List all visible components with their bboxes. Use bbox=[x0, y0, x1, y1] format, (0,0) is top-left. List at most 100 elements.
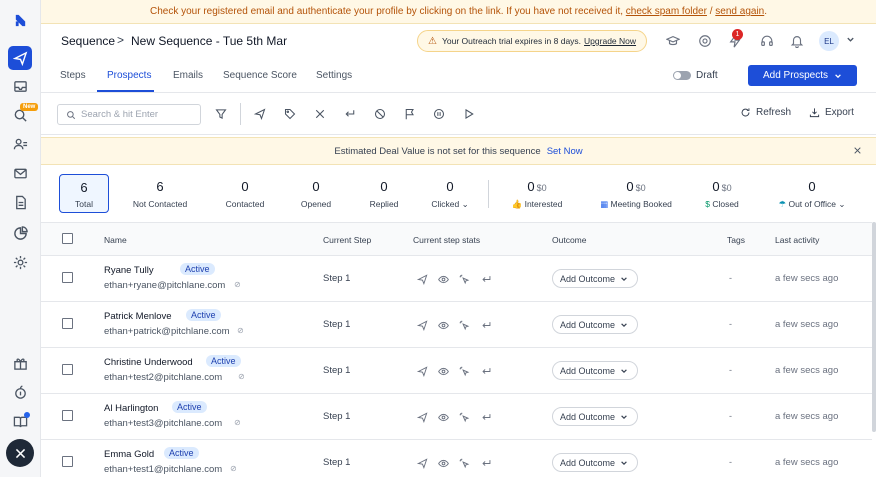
header-current-step[interactable]: Current Step bbox=[323, 235, 371, 245]
tag-icon[interactable] bbox=[283, 107, 297, 121]
tab-prospects[interactable]: Prospects bbox=[107, 70, 151, 81]
sent-icon bbox=[416, 273, 428, 285]
table-row[interactable]: Christine Underwood Active ethan+test2@pit… bbox=[41, 348, 872, 394]
stat-meeting-booked-amount: $0 bbox=[635, 183, 646, 193]
graduation-cap-icon[interactable] bbox=[665, 33, 681, 49]
header-name[interactable]: Name bbox=[104, 235, 127, 245]
avatar[interactable]: EL bbox=[819, 31, 839, 51]
play-icon[interactable] bbox=[462, 107, 476, 121]
sidebar-gift-icon[interactable] bbox=[8, 351, 32, 375]
row-checkbox[interactable] bbox=[62, 318, 73, 329]
set-now-link[interactable]: Set Now bbox=[547, 146, 583, 157]
sidebar-sequences-icon[interactable] bbox=[8, 46, 32, 70]
block-icon[interactable] bbox=[373, 107, 387, 121]
stat-out-of-office[interactable]: 0 ☂ Out of Office ⌄ bbox=[771, 174, 853, 213]
table-row[interactable]: Emma Gold Active ethan+test1@pitchlane.com… bbox=[41, 440, 872, 477]
headset-icon[interactable] bbox=[759, 33, 775, 49]
sidebar-email-icon[interactable] bbox=[8, 161, 32, 185]
search-input[interactable] bbox=[81, 109, 191, 120]
last-activity: a few secs ago bbox=[775, 319, 839, 330]
sidebar-prospects-icon[interactable] bbox=[8, 132, 32, 156]
check-spam-link[interactable]: check spam folder bbox=[626, 6, 707, 17]
refresh-button[interactable]: Refresh bbox=[740, 107, 791, 118]
deal-value-banner: Estimated Deal Value is not set for this… bbox=[41, 137, 876, 165]
table-row[interactable]: Al Harlington Active ethan+test3@pitchlane… bbox=[41, 394, 872, 440]
row-checkbox[interactable] bbox=[62, 456, 73, 467]
sidebar-support-icon[interactable] bbox=[8, 380, 32, 404]
stat-total[interactable]: 6 Total bbox=[59, 174, 109, 213]
add-outcome-dropdown[interactable]: Add Outcome bbox=[552, 453, 638, 472]
tab-steps[interactable]: Steps bbox=[60, 70, 86, 81]
stat-clicked-text: Clicked bbox=[431, 199, 460, 209]
chevron-down-icon bbox=[621, 460, 627, 465]
stat-opened-value: 0 bbox=[312, 179, 320, 194]
sidebar-analytics-icon[interactable] bbox=[8, 221, 32, 245]
table-scrollbar[interactable] bbox=[872, 222, 876, 432]
table-row[interactable]: Patrick Menlove Active ethan+patrick@pitch… bbox=[41, 302, 872, 348]
chevron-down-icon[interactable] bbox=[846, 35, 855, 46]
stat-interested[interactable]: 0 $0 👍 Interested bbox=[505, 174, 569, 213]
sidebar-settings-icon[interactable] bbox=[8, 250, 32, 274]
stat-closed[interactable]: 0 $0 $ Closed bbox=[697, 174, 747, 213]
export-button[interactable]: Export bbox=[809, 107, 854, 118]
add-outcome-dropdown[interactable]: Add Outcome bbox=[552, 407, 638, 426]
sidebar-templates-icon[interactable] bbox=[8, 190, 32, 214]
row-checkbox[interactable] bbox=[62, 364, 73, 375]
add-prospects-button[interactable]: Add Prospects bbox=[748, 65, 857, 86]
stat-replied[interactable]: 0 Replied bbox=[359, 174, 409, 213]
page-header: Sequence > New Sequence - Tue 5th Mar ⚠ … bbox=[41, 24, 876, 59]
last-activity: a few secs ago bbox=[775, 273, 839, 284]
current-step: Step 1 bbox=[323, 273, 351, 284]
chevron-down-icon[interactable]: ⌄ bbox=[838, 199, 845, 209]
prospect-name[interactable]: Emma Gold bbox=[104, 449, 154, 460]
remove-icon[interactable] bbox=[313, 107, 327, 121]
draft-toggle[interactable] bbox=[673, 71, 691, 80]
add-outcome-dropdown[interactable]: Add Outcome bbox=[552, 269, 638, 288]
prospect-email: ethan+test2@pitchlane.com bbox=[104, 372, 223, 383]
stat-clicked[interactable]: 0 Clicked ⌄ bbox=[425, 174, 475, 213]
close-icon[interactable] bbox=[6, 439, 34, 467]
header-last-activity[interactable]: Last activity bbox=[775, 235, 819, 245]
tags-cell: - bbox=[729, 457, 732, 467]
stat-opened[interactable]: 0 Opened bbox=[291, 174, 341, 213]
send-again-link[interactable]: send again bbox=[715, 6, 764, 17]
stat-meeting-booked[interactable]: 0 $0 ▦ Meeting Booked bbox=[595, 174, 677, 213]
prospect-name[interactable]: Patrick Menlove bbox=[104, 311, 172, 322]
app-logo-icon[interactable] bbox=[8, 8, 32, 32]
stat-not-contacted[interactable]: 6 Not Contacted bbox=[129, 174, 191, 213]
prospect-name[interactable]: Christine Underwood bbox=[104, 357, 193, 368]
opened-icon bbox=[437, 457, 449, 469]
status-badge: Active bbox=[164, 447, 199, 459]
breadcrumb-root[interactable]: Sequence bbox=[61, 34, 115, 48]
select-all-checkbox[interactable] bbox=[62, 233, 73, 244]
add-outcome-dropdown[interactable]: Add Outcome bbox=[552, 361, 638, 380]
table-row[interactable]: Ryane Tully Active ethan+ryane@pitchlane.c… bbox=[41, 256, 872, 302]
tab-sequence-score[interactable]: Sequence Score bbox=[223, 70, 297, 81]
prospect-name[interactable]: Ryane Tully bbox=[104, 265, 154, 276]
tab-emails[interactable]: Emails bbox=[173, 70, 203, 81]
pause-icon[interactable] bbox=[432, 107, 446, 121]
last-activity: a few secs ago bbox=[775, 365, 839, 376]
add-outcome-label: Add Outcome bbox=[560, 365, 616, 376]
sidebar-inbox-icon[interactable] bbox=[8, 74, 32, 98]
prospect-toolbar: Refresh Export bbox=[41, 93, 876, 135]
tags-cell: - bbox=[729, 365, 732, 375]
tab-settings[interactable]: Settings bbox=[316, 70, 352, 81]
chevron-down-icon[interactable]: ⌄ bbox=[462, 199, 469, 209]
stat-contacted[interactable]: 0 Contacted bbox=[217, 174, 273, 213]
prospect-name[interactable]: Al Harlington bbox=[104, 403, 158, 414]
current-step: Step 1 bbox=[323, 411, 351, 422]
add-outcome-dropdown[interactable]: Add Outcome bbox=[552, 315, 638, 334]
chevron-down-icon bbox=[835, 73, 841, 78]
row-checkbox[interactable] bbox=[62, 410, 73, 421]
row-checkbox[interactable] bbox=[62, 272, 73, 283]
chrome-extension-icon[interactable] bbox=[697, 33, 713, 49]
close-icon[interactable] bbox=[853, 146, 862, 158]
filter-icon[interactable] bbox=[214, 107, 228, 121]
send-icon[interactable] bbox=[253, 107, 267, 121]
move-icon[interactable] bbox=[343, 107, 357, 121]
bell-icon[interactable] bbox=[789, 33, 805, 49]
flag-icon[interactable] bbox=[403, 107, 417, 121]
upgrade-now-link[interactable]: Upgrade Now bbox=[584, 36, 636, 46]
stat-total-label: Total bbox=[75, 199, 93, 209]
